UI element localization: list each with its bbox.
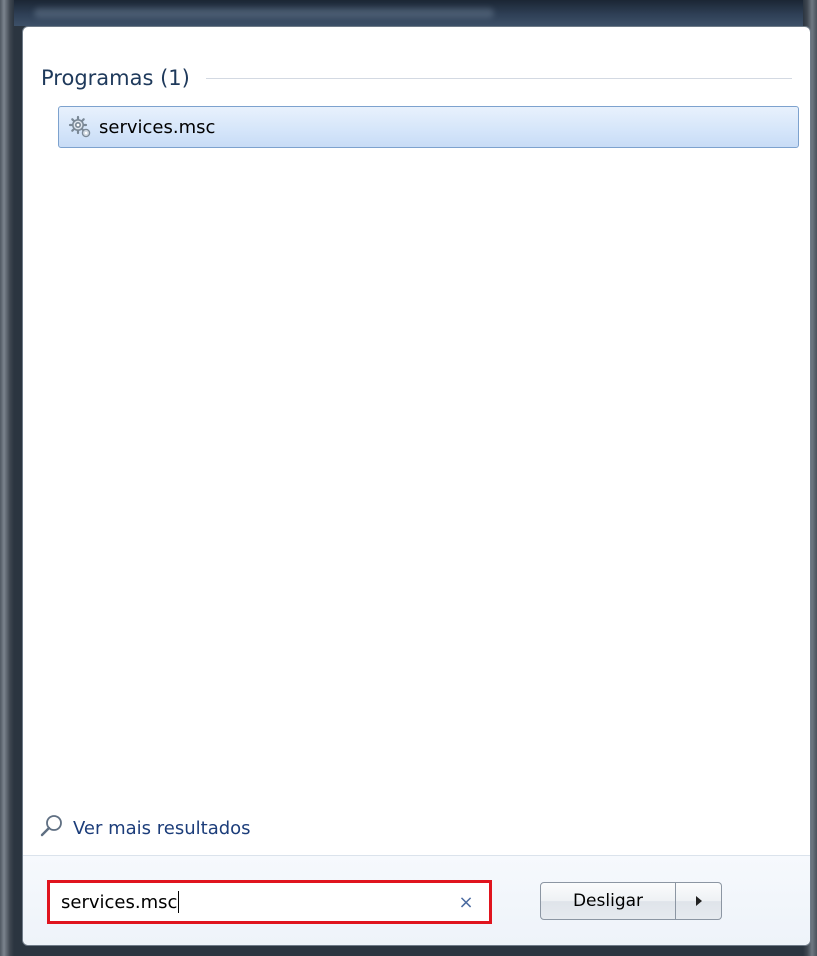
shutdown-button-group: Desligar	[540, 882, 722, 920]
magnifier-icon	[39, 813, 65, 843]
see-more-results-label: Ver mais resultados	[73, 817, 251, 839]
section-divider	[205, 77, 792, 79]
result-item-label: services.msc	[99, 116, 216, 138]
search-input[interactable]: services.msc ×	[47, 880, 492, 924]
shutdown-options-button[interactable]	[676, 882, 722, 920]
see-more-results-link[interactable]: Ver mais resultados	[39, 813, 251, 843]
search-input-value: services.msc	[61, 891, 451, 913]
results-section-header: Programas (1)	[41, 63, 792, 93]
services-gear-icon	[67, 114, 93, 140]
blurred-background	[34, 8, 494, 18]
result-item-services-msc[interactable]: services.msc	[58, 106, 799, 148]
start-menu-panel: Programas (1) services.msc Ver mais resu…	[22, 26, 811, 946]
shutdown-button[interactable]: Desligar	[540, 882, 676, 920]
taskbar-strip	[14, 0, 803, 26]
arrow-right-icon	[694, 892, 704, 911]
start-menu-bottom-bar: services.msc × Desligar	[23, 855, 810, 945]
text-caret	[178, 891, 180, 913]
section-title: Programas (1)	[41, 66, 190, 90]
search-text: services.msc	[61, 891, 178, 913]
clear-search-button[interactable]: ×	[451, 887, 481, 917]
